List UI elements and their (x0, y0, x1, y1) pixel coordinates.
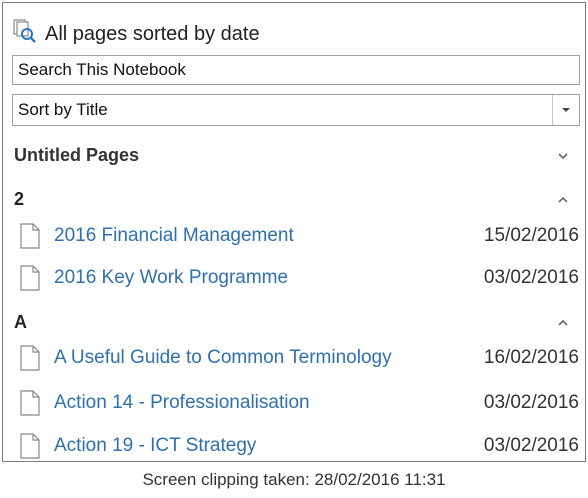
page-icon (20, 390, 40, 416)
page-icon (20, 265, 40, 291)
page-item[interactable]: Action 14 - Professionalisation 03/02/20… (18, 386, 579, 420)
page-title[interactable]: Action 14 - Professionalisation (54, 392, 484, 414)
chevron-down-icon[interactable] (557, 149, 569, 167)
sort-dropdown[interactable]: Sort by Title (12, 94, 580, 126)
page-date: 03/02/2016 (483, 392, 579, 413)
page-title[interactable]: A Useful Guide to Common Terminology (54, 347, 484, 369)
page-item[interactable]: Action 19 - ICT Strategy 03/02/2016 (18, 429, 579, 461)
page-icon (20, 433, 40, 459)
page-date: 03/02/2016 (483, 435, 579, 456)
panel-title: All pages sorted by date (45, 22, 260, 45)
page-item[interactable]: 2016 Financial Management 15/02/2016 (18, 219, 579, 253)
page-date: 16/02/2016 (483, 347, 579, 368)
page-title[interactable]: Action 19 - ICT Strategy (54, 435, 484, 457)
page-item[interactable]: 2016 Key Work Programme 03/02/2016 (18, 261, 579, 295)
page-item[interactable]: A Useful Guide to Common Terminology 16/… (18, 341, 579, 375)
page-icon (20, 345, 40, 371)
notebook-pages-panel: All pages sorted by date Sort by Title U… (2, 2, 586, 462)
page-icon (20, 223, 40, 249)
chevron-up-icon[interactable] (557, 316, 569, 334)
chevron-up-icon[interactable] (557, 193, 569, 211)
section-untitled-pages[interactable]: Untitled Pages (14, 145, 139, 166)
search-notebook-input[interactable] (12, 55, 580, 85)
panel-header: All pages sorted by date (13, 17, 260, 51)
pages-search-icon[interactable] (13, 18, 37, 50)
dropdown-arrow-icon[interactable] (552, 95, 579, 125)
group-label[interactable]: A (14, 312, 27, 333)
group-label[interactable]: 2 (14, 189, 24, 210)
screen-clipping-caption: Screen clipping taken: 28/02/2016 11:31 (142, 470, 446, 489)
sort-selected-value: Sort by Title (18, 100, 108, 119)
page-title[interactable]: 2016 Key Work Programme (54, 267, 484, 289)
page-date: 03/02/2016 (483, 267, 579, 288)
page-date: 15/02/2016 (483, 225, 579, 246)
page-title[interactable]: 2016 Financial Management (54, 225, 484, 247)
